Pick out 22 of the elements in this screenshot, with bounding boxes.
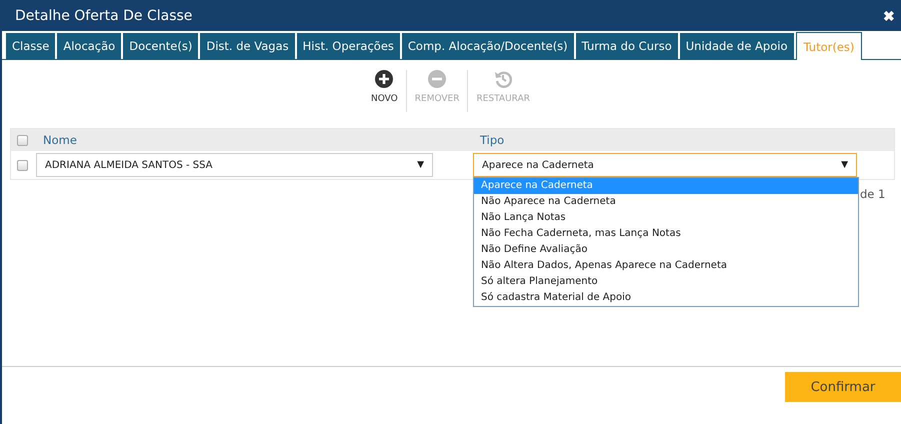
plus-circle-icon xyxy=(375,70,394,88)
tab[interactable]: Alocação xyxy=(57,33,122,59)
history-icon xyxy=(494,70,512,88)
row-checkbox[interactable] xyxy=(17,160,28,170)
tab[interactable]: Hist. Operações xyxy=(296,33,400,59)
tab[interactable]: Classe xyxy=(6,33,56,59)
type-dropdown[interactable]: Aparece na Caderneta ▼ xyxy=(473,153,857,177)
tab[interactable]: Dist. de Vagas xyxy=(200,33,295,59)
window-title: Detalhe Oferta De Classe xyxy=(15,8,192,24)
tab[interactable]: Docente(s) xyxy=(123,33,198,59)
select-all-checkbox[interactable] xyxy=(17,134,28,146)
tab[interactable]: Unidade de Apoio xyxy=(680,33,794,59)
tab[interactable]: Turma do Curso xyxy=(576,33,678,59)
pager-text: de 1 xyxy=(860,187,886,201)
toolbar-button[interactable]: NOVO xyxy=(365,70,404,114)
name-dropdown[interactable]: ADRIANA ALMEIDA SANTOS - SSA ▼ xyxy=(36,153,433,177)
minus-circle-icon xyxy=(428,70,446,88)
confirm-button[interactable]: Confirmar xyxy=(785,372,901,402)
tab[interactable]: Comp. Alocação/Docente(s) xyxy=(402,33,574,59)
column-header: Nome xyxy=(42,133,78,147)
close-button[interactable]: ✖ xyxy=(883,8,895,24)
column-header: Tipo xyxy=(479,133,506,147)
